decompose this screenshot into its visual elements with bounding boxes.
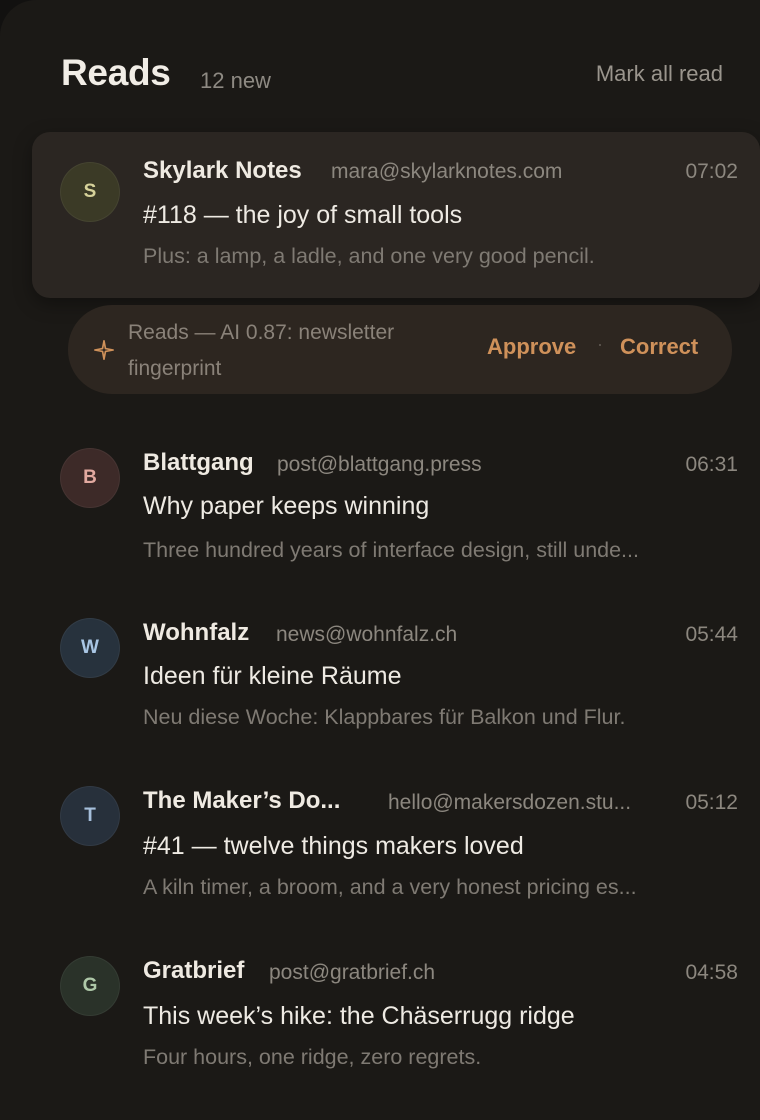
sender-name: Blattgang — [143, 449, 254, 476]
mark-all-read-button[interactable]: Mark all read — [596, 61, 723, 87]
timestamp: 04:58 — [685, 961, 738, 984]
sender-name: Gratbrief — [143, 957, 245, 984]
subject: #118 — the joy of small tools — [143, 201, 463, 229]
sender-email: news@wohnfalz.ch — [276, 623, 458, 646]
preview-text: Three hundred years of interface design,… — [143, 538, 639, 562]
sender-email: hello@makersdozen.stu... — [388, 791, 632, 814]
avatar-initial: B — [83, 467, 97, 488]
avatar: G — [60, 956, 120, 1016]
message-row-wohnfalz[interactable]: W Wohnfalz news@wohnfalz.ch 05:44 Ideen … — [32, 594, 760, 760]
avatar: W — [60, 618, 120, 678]
avatar: S — [60, 162, 120, 222]
avatar-initial: W — [81, 637, 99, 658]
ai-suggestion-bar: Reads — AI 0.87: newsletter fingerprint … — [68, 305, 732, 394]
sender-name: The Maker’s Do... — [143, 787, 341, 814]
subject: This week’s hike: the Chäserrugg ridge — [143, 1002, 575, 1030]
sender-email: post@gratbrief.ch — [269, 961, 436, 984]
preview-text: Four hours, one ridge, zero regrets. — [143, 1045, 482, 1069]
avatar-initial: G — [82, 975, 98, 996]
message-row-gratbrief[interactable]: G Gratbrief post@gratbrief.ch 04:58 This… — [32, 932, 760, 1098]
ai-suggestion-text: Reads — AI 0.87: newsletter fingerprint — [128, 321, 395, 380]
sender-name: Skylark Notes — [143, 157, 302, 184]
sender-name: Wohnfalz — [143, 619, 250, 646]
correct-button[interactable]: Correct — [620, 334, 698, 360]
preview-text: Plus: a lamp, a ladle, and one very good… — [143, 244, 595, 268]
sparkle-icon — [94, 340, 114, 360]
message-row-makers-dozen[interactable]: T The Maker’s Do... hello@makersdozen.st… — [32, 762, 760, 928]
timestamp: 07:02 — [685, 160, 738, 183]
preview-text: A kiln timer, a broom, and a very honest… — [143, 875, 637, 899]
page-title: Reads — [61, 52, 171, 93]
sender-email: mara@skylarknotes.com — [331, 160, 563, 183]
inbox-panel: Reads 12 new Mark all read S Skylark Not… — [0, 0, 760, 1120]
separator-dot: · — [597, 334, 603, 354]
subject: #41 — twelve things makers loved — [143, 832, 524, 860]
avatar-initial: T — [84, 805, 96, 826]
subject: Ideen für kleine Räume — [143, 662, 402, 690]
preview-text: Neu diese Woche: Klappbares für Balkon u… — [143, 705, 626, 729]
subject: Why paper keeps winning — [143, 492, 430, 520]
timestamp: 05:12 — [685, 791, 738, 814]
avatar: T — [60, 786, 120, 846]
avatar: B — [60, 448, 120, 508]
approve-button[interactable]: Approve — [487, 334, 576, 360]
list-header: Reads 12 new Mark all read — [61, 52, 723, 100]
avatar-initial: S — [83, 181, 97, 202]
sender-email: post@blattgang.press — [277, 453, 482, 476]
new-count-badge: 12 new — [200, 68, 271, 93]
message-row-skylark-notes[interactable]: S Skylark Notes mara@skylarknotes.com 07… — [32, 132, 760, 298]
timestamp: 06:31 — [685, 453, 738, 476]
message-row-blattgang[interactable]: B Blattgang post@blattgang.press 06:31 W… — [32, 424, 760, 590]
timestamp: 05:44 — [685, 623, 738, 646]
